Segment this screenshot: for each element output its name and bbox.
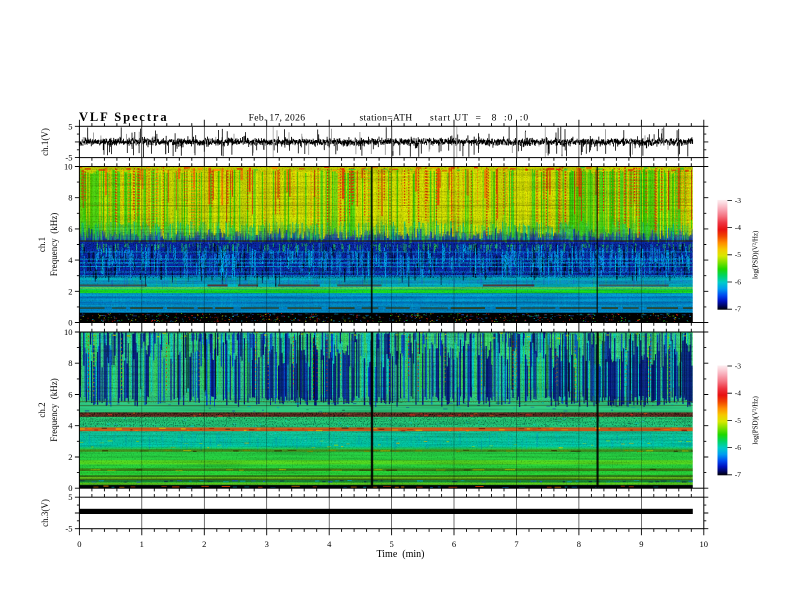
svg-text:Time (min): Time (min)	[377, 549, 425, 560]
svg-text:0: 0	[68, 318, 72, 328]
svg-text:0: 0	[77, 539, 81, 549]
svg-text:-4: -4	[735, 223, 741, 232]
svg-text:9: 9	[639, 539, 643, 549]
svg-text:10: 10	[700, 539, 709, 549]
svg-text:log(PSD)(V²/Hz): log(PSD)(V²/Hz)	[752, 230, 760, 279]
svg-text:7: 7	[514, 539, 518, 549]
svg-text:8: 8	[577, 539, 581, 549]
svg-text:Frequency (kHz): Frequency (kHz)	[49, 378, 59, 441]
svg-text:ch.1: ch.1	[37, 237, 47, 252]
svg-text:6: 6	[68, 390, 72, 400]
svg-text:-7: -7	[735, 470, 741, 479]
svg-text:ch.1(V): ch.1(V)	[40, 128, 50, 156]
svg-text:5: 5	[68, 492, 72, 502]
svg-text:5: 5	[389, 539, 393, 549]
svg-text:1: 1	[140, 539, 144, 549]
svg-text:10: 10	[64, 327, 73, 337]
svg-text:ch.2: ch.2	[37, 402, 47, 417]
svg-text:Frequency (kHz): Frequency (kHz)	[49, 213, 59, 276]
svg-text:-5: -5	[65, 524, 72, 534]
svg-text:-3: -3	[735, 361, 741, 370]
svg-text:-4: -4	[735, 389, 741, 398]
svg-text:Feb. 17, 2026: Feb. 17, 2026	[249, 113, 306, 124]
svg-text:6: 6	[68, 224, 72, 234]
svg-text:5: 5	[68, 121, 72, 131]
svg-text:VLF Spectra: VLF Spectra	[79, 110, 169, 124]
svg-text:10: 10	[64, 162, 73, 172]
svg-text:2: 2	[68, 452, 72, 462]
svg-text:-6: -6	[735, 277, 741, 286]
svg-text:4: 4	[327, 539, 332, 549]
svg-text:3: 3	[265, 539, 269, 549]
svg-text:-3: -3	[735, 196, 741, 205]
svg-text:ch.3(V): ch.3(V)	[40, 499, 50, 527]
svg-text:-7: -7	[735, 305, 741, 314]
svg-text:station=ATH: station=ATH	[360, 113, 413, 124]
svg-text:6: 6	[452, 539, 456, 549]
svg-text:0: 0	[68, 483, 72, 493]
svg-text:start UT = 8 :0 :0: start UT = 8 :0 :0	[430, 113, 529, 124]
svg-text:8: 8	[68, 358, 72, 368]
svg-text:8: 8	[68, 193, 72, 203]
svg-text:2: 2	[202, 539, 206, 549]
svg-text:-5: -5	[735, 250, 741, 259]
svg-text:-5: -5	[735, 416, 741, 425]
svg-text:2: 2	[68, 286, 72, 296]
svg-text:-6: -6	[735, 443, 741, 452]
svg-text:log(PSD)(V²/Hz): log(PSD)(V²/Hz)	[752, 396, 760, 445]
